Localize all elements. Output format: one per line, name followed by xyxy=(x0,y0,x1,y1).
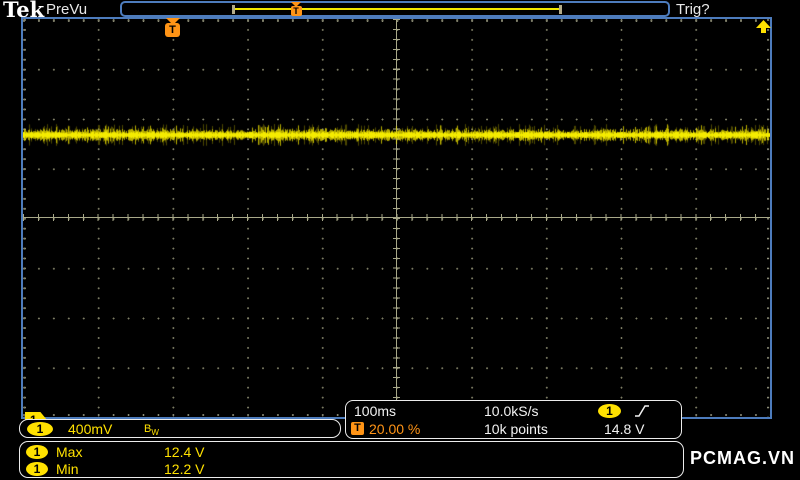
measurement-channel-badge: 1 xyxy=(26,445,48,459)
trigger-level-arrow-icon[interactable] xyxy=(756,20,771,33)
channel-scale-value: 400mV xyxy=(68,421,113,437)
trigger-position-value: 20.00 % xyxy=(369,421,421,437)
trigger-position-marker[interactable]: T xyxy=(165,18,180,37)
record-view-line xyxy=(235,8,560,10)
trigger-marker-t-icon: T xyxy=(290,6,302,16)
record-bracket-left xyxy=(232,5,235,14)
measurement-box: 1 Max 12.4 V 1 Min 12.2 V xyxy=(19,441,684,478)
channel-badge: 1 xyxy=(27,422,53,436)
trigger-source-badge: 1 xyxy=(598,404,621,418)
watermark: PCMAG.VN xyxy=(689,448,795,468)
timebase-value: 100ms xyxy=(354,403,397,419)
measurement-channel-badge: 1 xyxy=(26,462,48,476)
acquisition-mode-label: PreVu xyxy=(46,1,88,18)
channel-readout-box[interactable]: 1 400mV BW xyxy=(19,419,341,438)
measurement-value: 12.2 V xyxy=(164,461,205,477)
measurement-name: Max xyxy=(56,444,83,460)
trigger-position-icon: T xyxy=(351,422,364,435)
graticule: T 1 xyxy=(21,17,772,428)
acquisition-preview-bar[interactable]: T xyxy=(120,1,670,17)
measurement-name: Min xyxy=(56,461,79,477)
trigger-position-marker-top[interactable]: T xyxy=(290,2,302,16)
trigger-slope-icon xyxy=(635,405,649,417)
record-length-value: 10k points xyxy=(484,421,548,437)
measurement-value: 12.4 V xyxy=(164,444,205,460)
record-bracket-right xyxy=(559,5,562,14)
trigger-marker-t-icon: T xyxy=(165,23,180,37)
waveform-trace xyxy=(23,117,770,153)
center-vertical-axis xyxy=(396,19,397,417)
trigger-level-value: 14.8 V xyxy=(604,421,645,437)
trigger-status-label: Trig? xyxy=(676,1,710,18)
sample-rate-value: 10.0kS/s xyxy=(484,403,539,419)
bandwidth-indicator: BW xyxy=(144,423,159,438)
horizontal-trigger-readout-box[interactable]: 100ms 10.0kS/s 1 T 20.00 % 10k points 14… xyxy=(345,400,682,439)
